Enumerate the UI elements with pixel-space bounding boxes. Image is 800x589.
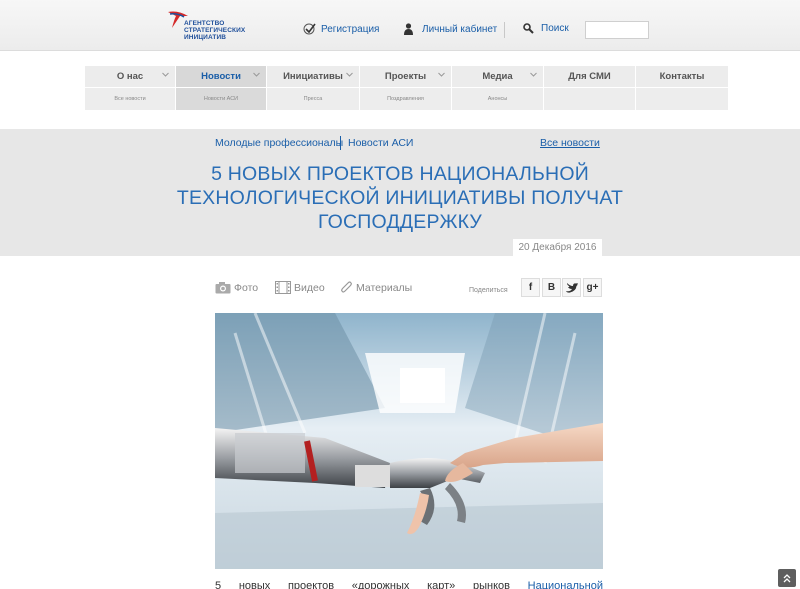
paperclip-icon bbox=[341, 281, 352, 293]
facebook-icon: f bbox=[528, 282, 533, 293]
logo-line-1: АГЕНТСТВО bbox=[184, 20, 225, 27]
register-link[interactable]: Регистрация bbox=[303, 23, 379, 35]
logo-text: АГЕНТСТВО СТРАТЕГИЧЕСКИХ ИНИЦИАТИВ bbox=[184, 20, 245, 41]
nav-item-label: Для СМИ bbox=[568, 71, 611, 82]
nav-col-initiatives: Инициативы Пресса bbox=[267, 66, 359, 110]
article-photo bbox=[215, 313, 603, 569]
check-icon bbox=[303, 23, 316, 35]
robot-handshake-illustration bbox=[215, 313, 603, 569]
nav-item-label: Контакты bbox=[659, 71, 705, 82]
breadcrumb-young-professionals[interactable]: Молодые профессионалы bbox=[215, 137, 343, 149]
nav-item-label: Проекты bbox=[384, 71, 427, 82]
nav-col-contacts: Контакты bbox=[636, 66, 728, 110]
facebook-share-button[interactable]: f bbox=[521, 278, 540, 297]
nav-sub-label: Поздравления bbox=[387, 96, 424, 102]
nav-sub-label: Все новости bbox=[114, 96, 146, 102]
main-nav: О нас Все новости Новости Новости АСИ Ин… bbox=[85, 66, 729, 110]
cabinet-link[interactable]: Личный кабинет bbox=[404, 23, 497, 35]
video-tab[interactable]: Видео bbox=[275, 281, 325, 294]
search-input[interactable] bbox=[585, 21, 649, 39]
search-link[interactable]: Поиск bbox=[523, 23, 569, 34]
materials-label: Материалы bbox=[356, 282, 413, 294]
user-icon bbox=[404, 23, 413, 35]
logo-line-2: СТРАТЕГИЧЕСКИХ bbox=[184, 27, 246, 34]
twitter-share-button[interactable] bbox=[562, 278, 581, 297]
nav-item-contacts[interactable]: Контакты bbox=[636, 66, 728, 87]
chevron-down-icon bbox=[162, 72, 169, 77]
nav-sub-congrats[interactable]: Поздравления bbox=[360, 88, 451, 110]
nav-col-projects: Проекты Поздравления bbox=[360, 66, 451, 110]
chevron-down-icon bbox=[346, 72, 353, 77]
body-word: проектов bbox=[287, 580, 335, 589]
nav-col-about: О нас Все новости bbox=[85, 66, 175, 110]
arrows-up-icon bbox=[783, 573, 791, 582]
share-label: Поделиться bbox=[469, 287, 508, 294]
logo-line-3: ИНИЦИАТИВ bbox=[184, 34, 227, 41]
vkontakte-icon: B bbox=[547, 282, 556, 293]
nav-item-initiatives[interactable]: Инициативы bbox=[267, 66, 359, 87]
nav-item-label: Медиа bbox=[482, 71, 513, 82]
nav-item-label: Новости bbox=[201, 71, 241, 82]
body-word: «дорожных bbox=[351, 580, 410, 589]
nav-item-about[interactable]: О нас bbox=[85, 66, 175, 87]
article-date: 20 Декабря 2016 bbox=[513, 239, 602, 257]
nav-item-for-media[interactable]: Для СМИ bbox=[544, 66, 635, 87]
nav-sub-label: Анонсы bbox=[487, 96, 508, 102]
nav-sub-label: Новости АСИ bbox=[203, 96, 239, 102]
vkontakte-share-button[interactable]: B bbox=[542, 278, 561, 297]
nav-item-label: О нас bbox=[116, 71, 144, 82]
search-icon bbox=[523, 23, 534, 34]
google-plus-icon: g+ bbox=[586, 282, 599, 293]
camera-icon bbox=[215, 282, 231, 294]
nav-sub-empty bbox=[636, 88, 728, 110]
chevron-down-icon bbox=[530, 72, 537, 77]
nav-sub-label: Пресса bbox=[303, 96, 323, 102]
chevron-down-icon bbox=[438, 72, 445, 77]
body-word: карт» bbox=[427, 580, 456, 589]
article-body-first-line: 5 новых проектов «дорожных карт» рынков … bbox=[215, 580, 603, 589]
all-news-link[interactable]: Все новости bbox=[540, 137, 600, 149]
logo[interactable]: АГЕНТСТВО СТРАТЕГИЧЕСКИХ ИНИЦИАТИВ bbox=[166, 8, 256, 44]
article-title: 5 НОВЫХ ПРОЕКТОВ НАЦИОНАЛЬНОЙ ТЕХНОЛОГИЧ… bbox=[176, 163, 624, 233]
body-word: 5 bbox=[215, 580, 222, 589]
body-word: рынков bbox=[472, 580, 510, 589]
body-word: новых bbox=[238, 580, 271, 589]
nav-sub-asi-news[interactable]: Новости АСИ bbox=[176, 88, 266, 110]
nav-item-news[interactable]: Новости bbox=[176, 66, 266, 87]
breadcrumb-divider bbox=[340, 136, 341, 150]
film-icon bbox=[275, 281, 291, 294]
breadcrumb-asi-news[interactable]: Новости АСИ bbox=[348, 137, 413, 149]
chevron-down-icon bbox=[253, 72, 260, 77]
nav-col-press: Для СМИ bbox=[544, 66, 635, 110]
nav-col-news: Новости Новости АСИ bbox=[176, 66, 266, 110]
nav-sub-all-news[interactable]: Все новости bbox=[85, 88, 175, 110]
header-divider bbox=[504, 22, 505, 38]
body-link-national[interactable]: Национальной bbox=[528, 580, 603, 589]
nav-sub-press[interactable]: Пресса bbox=[267, 88, 359, 110]
nav-sub-announcements[interactable]: Анонсы bbox=[452, 88, 543, 110]
google-plus-share-button[interactable]: g+ bbox=[583, 278, 602, 297]
nav-item-projects[interactable]: Проекты bbox=[360, 66, 451, 87]
nav-col-media: Медиа Анонсы bbox=[452, 66, 543, 110]
scroll-to-top-button[interactable] bbox=[778, 569, 796, 587]
twitter-icon bbox=[565, 282, 578, 293]
header-bar: АГЕНТСТВО СТРАТЕГИЧЕСКИХ ИНИЦИАТИВ Регис… bbox=[0, 0, 800, 51]
photo-label: Фото bbox=[234, 281, 259, 294]
search-label: Поиск bbox=[541, 23, 569, 34]
nav-item-media[interactable]: Медиа bbox=[452, 66, 543, 87]
register-label: Регистрация bbox=[321, 23, 380, 35]
cabinet-label: Личный кабинет bbox=[422, 23, 498, 35]
video-label: Видео bbox=[294, 281, 325, 294]
nav-sub-empty bbox=[544, 88, 635, 110]
photo-tab[interactable]: Фото bbox=[215, 281, 258, 294]
materials-tab[interactable]: Материалы bbox=[341, 281, 412, 295]
nav-item-label: Инициативы bbox=[283, 71, 343, 82]
